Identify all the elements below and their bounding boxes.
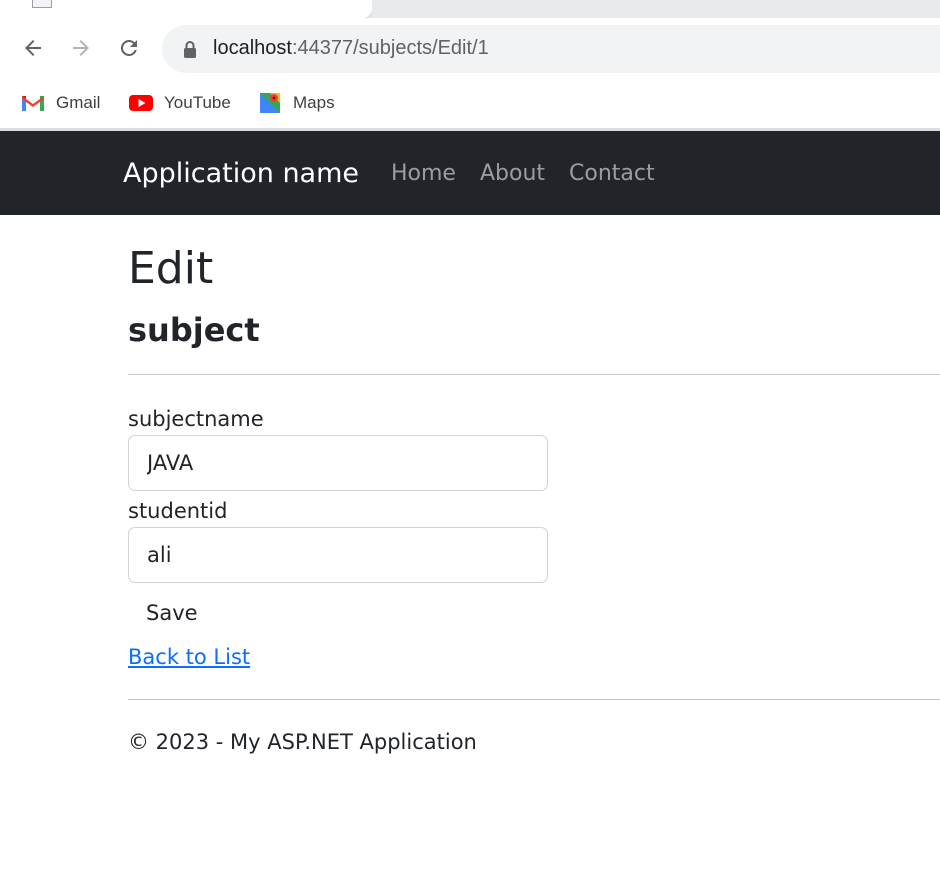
reload-icon[interactable] — [113, 32, 145, 64]
navbar-brand[interactable]: Application name — [123, 158, 359, 189]
bookmark-maps[interactable]: Maps — [257, 90, 335, 116]
subjectname-label: subjectname — [128, 407, 264, 431]
save-button[interactable]: Save — [128, 596, 216, 630]
gmail-icon — [22, 96, 44, 111]
youtube-icon — [129, 95, 153, 111]
browser-tab-strip — [0, 0, 940, 18]
bookmark-label: Maps — [293, 93, 335, 112]
browser-tab-active[interactable] — [0, 0, 372, 18]
url-host: localhost — [213, 37, 292, 59]
forward-arrow-icon[interactable] — [65, 32, 97, 64]
studentid-input[interactable] — [128, 527, 548, 583]
nav-link-home[interactable]: Home — [391, 161, 456, 186]
tab-favicon-icon — [32, 0, 52, 8]
maps-icon — [260, 93, 280, 113]
browser-toolbar: localhost:44377/subjects/Edit/1 — [0, 18, 940, 80]
url-text: localhost:44377/subjects/Edit/1 — [213, 37, 489, 60]
browser-tab-inactive[interactable] — [372, 0, 940, 18]
page-title: Edit — [128, 243, 214, 294]
footer-text: © 2023 - My ASP.NET Application — [128, 730, 477, 754]
bookmark-label: YouTube — [164, 93, 231, 112]
lock-icon — [184, 41, 196, 58]
nav-link-about[interactable]: About — [480, 161, 545, 186]
content-divider — [128, 374, 940, 375]
subjectname-input[interactable] — [128, 435, 548, 491]
back-arrow-icon[interactable] — [17, 32, 49, 64]
studentid-label: studentid — [128, 499, 228, 523]
bookmark-youtube[interactable]: YouTube — [128, 90, 231, 116]
bookmarks-bar: Gmail YouTube Maps — [0, 80, 940, 128]
site-navbar: Application name Home About Contact — [0, 131, 940, 215]
address-bar[interactable]: localhost:44377/subjects/Edit/1 — [162, 25, 940, 73]
footer-divider — [128, 699, 940, 700]
url-path: :44377/subjects/Edit/1 — [291, 37, 489, 59]
nav-link-contact[interactable]: Contact — [569, 161, 655, 186]
bookmark-gmail[interactable]: Gmail — [20, 90, 100, 116]
page-subtitle: subject — [128, 311, 260, 349]
back-to-list-link[interactable]: Back to List — [128, 645, 250, 669]
bookmark-label: Gmail — [56, 93, 101, 112]
